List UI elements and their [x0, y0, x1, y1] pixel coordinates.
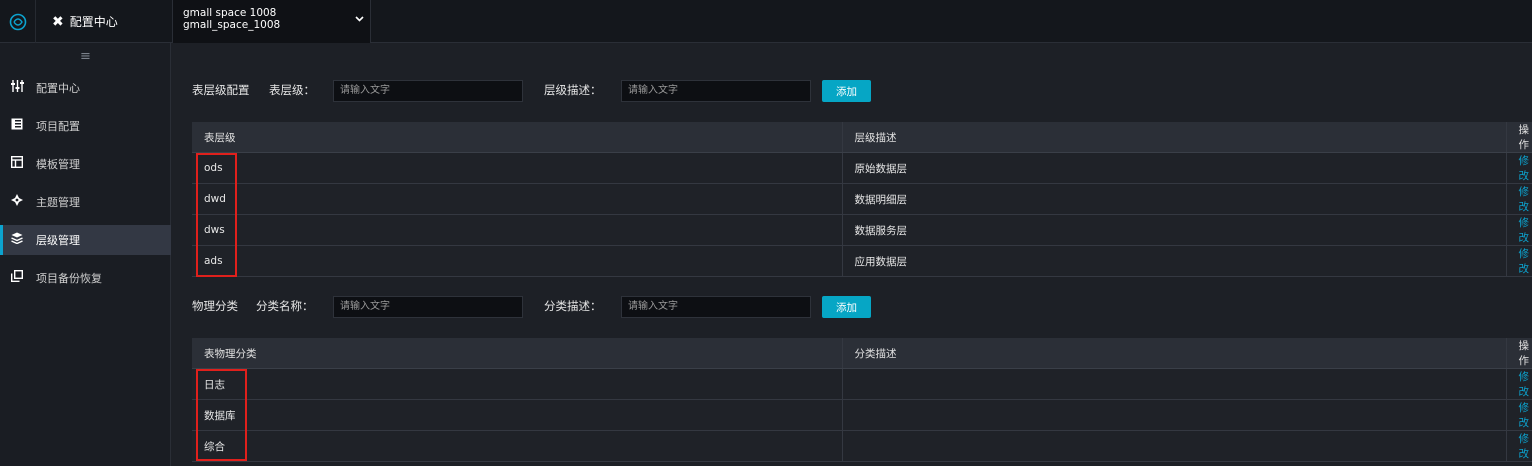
edit-link[interactable]: 修改 [1506, 368, 1532, 400]
category-desc-input[interactable]: 请输入文字 [621, 296, 811, 318]
copy-icon [10, 269, 24, 286]
category-cell: 数据库 [192, 399, 843, 431]
book-icon [10, 118, 24, 134]
table-row: ods 原始数据层 修改 [192, 152, 1532, 184]
category-cell: 综合 [192, 430, 843, 462]
column-header: 分类描述 [842, 338, 1507, 369]
desc-cell [842, 430, 1507, 462]
category-table: 表物理分类 分类描述 操作 日志 修改 数据库 修改 综合 修改 [192, 338, 1532, 462]
desc-cell: 应用数据层 [842, 245, 1507, 277]
layer-table: 表层级 层级描述 操作 ods 原始数据层 修改 dwd 数据明细层 修改 dw… [192, 122, 1532, 277]
layer-desc-label: 层级描述： [544, 83, 602, 97]
edit-link[interactable]: 修改 [1506, 430, 1532, 462]
edit-link[interactable]: 修改 [1506, 399, 1532, 431]
app-title[interactable]: ✖ 配置中心 [36, 0, 171, 43]
space-name-id: gmall_space_1008 [183, 19, 281, 31]
layer-desc-input[interactable]: 请输入文字 [621, 80, 811, 102]
space-name-display: gmall space 1008 [183, 7, 277, 19]
layer-cell: dwd [192, 183, 843, 215]
category-cell: 日志 [192, 368, 843, 400]
add-category-button[interactable]: 添加 [822, 296, 871, 318]
desc-cell: 数据明细层 [842, 183, 1507, 215]
table-row: dws 数据服务层 修改 [192, 214, 1532, 246]
edit-link[interactable]: 修改 [1506, 183, 1532, 215]
edit-link[interactable]: 修改 [1506, 245, 1532, 277]
logo-icon [9, 13, 26, 30]
column-header: 操作 [1506, 122, 1532, 153]
column-header: 操作 [1506, 338, 1532, 369]
sidebar-item-template-management[interactable]: 模板管理 [0, 149, 171, 179]
sidebar-item-label: 模板管理 [36, 158, 80, 171]
layer-input[interactable]: 请输入文字 [333, 80, 523, 102]
edit-link[interactable]: 修改 [1506, 214, 1532, 246]
category-name-input[interactable]: 请输入文字 [333, 296, 523, 318]
sidebar-item-label: 项目备份恢复 [36, 272, 102, 285]
layer-cell: dws [192, 214, 843, 246]
logo[interactable] [0, 0, 36, 43]
table-row: 数据库 修改 [192, 399, 1532, 431]
sidebar: ≡ 配置中心 项目配置 模板管理 主题管理 层级管理 项目备份恢复 [0, 43, 171, 466]
table-row: ads 应用数据层 修改 [192, 245, 1532, 277]
layer-cell: ods [192, 152, 843, 184]
app-title-label: 配置中心 [69, 15, 118, 29]
sidebar-item-project-backup[interactable]: 项目备份恢复 [0, 263, 171, 293]
category-name-label: 分类名称： [256, 299, 314, 313]
sidebar-item-label: 配置中心 [36, 82, 80, 95]
compass-icon [10, 194, 24, 210]
space-selector[interactable]: gmall space 1008 gmall_space_1008 [172, 0, 371, 43]
layer-cell: ads [192, 245, 843, 277]
desc-cell [842, 399, 1507, 431]
tools-icon: ✖ [52, 13, 64, 30]
template-icon [10, 155, 24, 172]
table-row: dwd 数据明细层 修改 [192, 183, 1532, 215]
top-bar: ✖ 配置中心 gmall space 1008 gmall_space_1008 [0, 0, 1532, 43]
chevron-down-icon [355, 14, 364, 26]
category-config-title: 物理分类 [192, 299, 238, 313]
column-header: 表物理分类 [192, 338, 843, 369]
table-header-row: 表物理分类 分类描述 操作 [192, 338, 1532, 369]
desc-cell: 原始数据层 [842, 152, 1507, 184]
menu-toggle-icon[interactable]: ≡ [0, 45, 171, 67]
table-row: 综合 修改 [192, 430, 1532, 462]
layer-config-title: 表层级配置 [192, 83, 250, 97]
sidebar-item-project-config[interactable]: 项目配置 [0, 111, 171, 141]
sidebar-item-label: 层级管理 [36, 234, 80, 247]
sliders-icon [10, 80, 24, 96]
sidebar-item-theme-management[interactable]: 主题管理 [0, 187, 171, 217]
main-content: 表层级配置 表层级： 请输入文字 层级描述： 请输入文字 添加 表层级 层级描述… [172, 43, 1532, 466]
category-desc-label: 分类描述： [544, 299, 602, 313]
add-layer-button[interactable]: 添加 [822, 80, 871, 102]
column-header: 层级描述 [842, 122, 1507, 153]
table-row: 日志 修改 [192, 368, 1532, 400]
sidebar-item-label: 主题管理 [36, 196, 80, 209]
layer-field-label: 表层级： [269, 83, 315, 97]
layers-icon [10, 232, 24, 248]
desc-cell [842, 368, 1507, 400]
sidebar-item-layer-management[interactable]: 层级管理 [0, 225, 171, 255]
edit-link[interactable]: 修改 [1506, 152, 1532, 184]
column-header: 表层级 [192, 122, 843, 153]
desc-cell: 数据服务层 [842, 214, 1507, 246]
sidebar-item-config-center[interactable]: 配置中心 [0, 73, 171, 103]
sidebar-item-label: 项目配置 [36, 120, 80, 133]
table-header-row: 表层级 层级描述 操作 [192, 122, 1532, 153]
